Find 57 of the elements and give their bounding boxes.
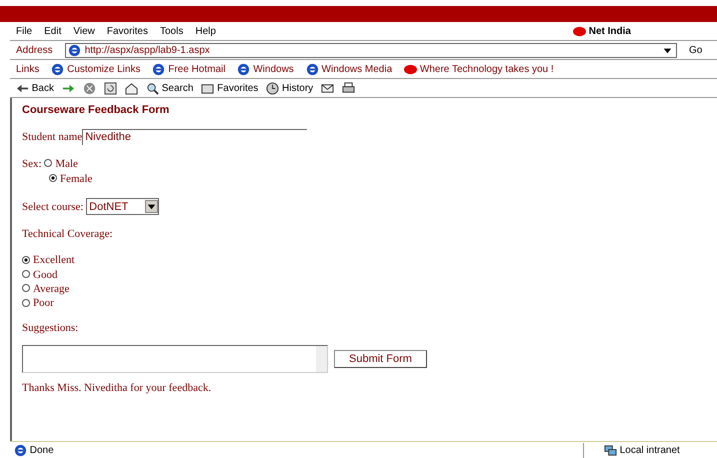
brand-name: Net India — [588, 24, 631, 38]
page-icon — [306, 62, 319, 76]
search-button[interactable]: Search — [146, 80, 194, 96]
radio-option[interactable]: Good — [22, 268, 58, 282]
back-button[interactable]: Back — [16, 80, 54, 96]
link-item[interactable]: Where Technology takes you ! — [404, 62, 554, 76]
field-label: Suggestions: — [22, 320, 78, 335]
clock-icon — [266, 82, 280, 94]
search-icon — [146, 82, 159, 94]
field-label: Student name — [22, 130, 82, 144]
history-button[interactable]: History — [266, 80, 314, 96]
link-item[interactable]: Free Hotmail — [152, 62, 226, 76]
form-title: Courseware Feedback Form — [22, 103, 170, 118]
page-icon — [152, 62, 166, 76]
network-icon — [604, 444, 617, 457]
menu-item[interactable]: View — [73, 24, 95, 38]
go-button[interactable]: Go — [689, 42, 711, 58]
address-label: Address — [16, 44, 53, 58]
page-icon[interactable] — [68, 44, 81, 56]
page-icon — [237, 62, 250, 76]
page-icon — [51, 62, 64, 76]
radio-option[interactable]: Female — [49, 172, 92, 186]
address-field[interactable]: http://aspx/aspp/lab9-1.aspx — [64, 42, 677, 58]
radio-option[interactable]: Average — [22, 282, 70, 296]
status-text: Done — [14, 443, 54, 458]
home-icon[interactable] — [124, 82, 138, 94]
menu-item[interactable]: Help — [195, 24, 216, 38]
zone-indicator: Local intranet — [583, 443, 713, 458]
menu-item[interactable]: Favorites — [106, 24, 148, 38]
radio-option[interactable]: Poor — [22, 296, 54, 311]
favorites-button[interactable]: Favorites — [201, 80, 258, 96]
menu-item[interactable]: Edit — [44, 24, 62, 38]
link-item[interactable]: Customize Links — [51, 62, 140, 76]
logo-icon — [573, 24, 586, 38]
mail-icon[interactable] — [321, 82, 334, 94]
menu-item[interactable]: File — [16, 24, 32, 38]
scrollbar[interactable] — [316, 346, 327, 372]
link-item[interactable]: Windows — [237, 62, 294, 76]
link-item[interactable]: Windows Media — [306, 62, 392, 76]
links-label: Links — [16, 62, 40, 76]
folder-icon — [201, 82, 214, 94]
field-label: Sex: — [22, 156, 42, 171]
refresh-icon[interactable] — [104, 82, 117, 94]
field-label: Technical Coverage: — [22, 227, 113, 242]
address-text: http://aspx/aspp/lab9-1.aspx — [84, 44, 211, 58]
radio-option[interactable]: Male — [44, 156, 78, 171]
printer-icon[interactable] — [342, 82, 356, 94]
logo-icon — [404, 62, 418, 76]
submit-button[interactable]: Submit Form — [334, 350, 427, 368]
menu-item[interactable]: Tools — [160, 24, 184, 38]
stop-icon[interactable] — [82, 82, 96, 94]
field-label: Select course: — [22, 200, 84, 214]
thanks-message: Thanks Miss. Niveditha for your feedback. — [22, 380, 212, 396]
course-select[interactable]: DotNET — [86, 198, 160, 216]
suggestions-field[interactable] — [22, 344, 328, 373]
text-field[interactable]: Nivedithe — [82, 129, 308, 145]
radio-option[interactable]: Excellent — [22, 253, 75, 268]
